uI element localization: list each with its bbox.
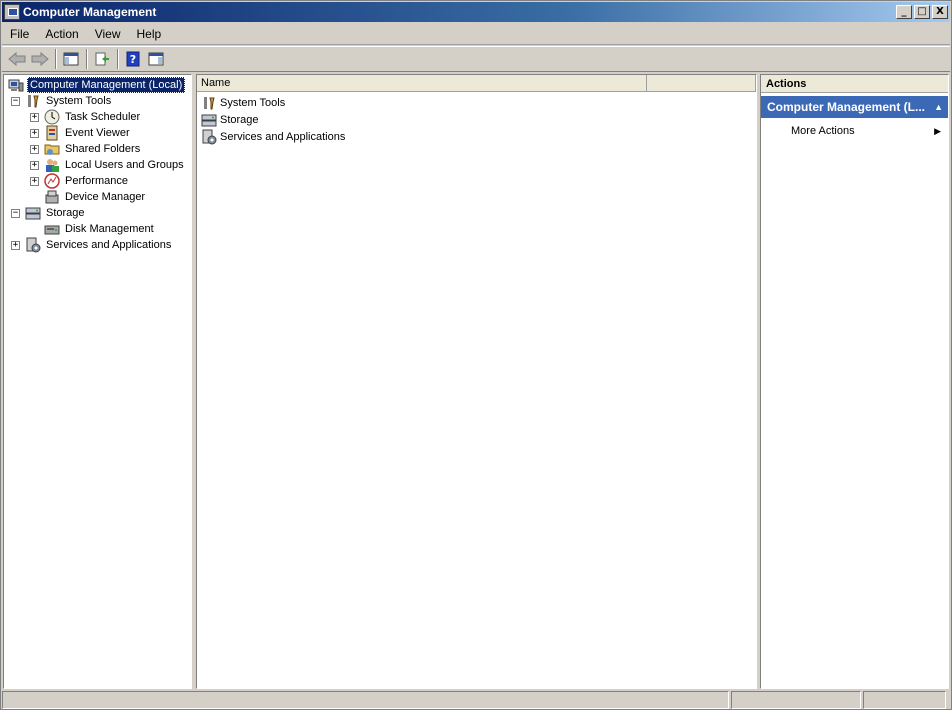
status-cell-secondary [731, 691, 861, 709]
svg-text:?: ? [130, 53, 136, 66]
submenu-arrow-icon: ▶ [934, 125, 941, 136]
list-item[interactable]: Services and Applications [201, 128, 345, 145]
tree-item-shared-folders[interactable]: + Shared Folders [30, 141, 142, 157]
title-bar[interactable]: Computer Management _ □ X [2, 2, 950, 22]
expand-toggle[interactable]: + [30, 144, 39, 154]
minimize-button[interactable]: _ [896, 5, 912, 19]
menu-help[interactable]: Help [129, 27, 170, 41]
tree-item-label: Services and Applications [46, 239, 172, 251]
toolbar-separator [117, 49, 119, 69]
results-pane[interactable]: Name System Tools Storage Services and A… [196, 74, 757, 689]
collapse-toggle[interactable]: − [11, 208, 20, 218]
window: Computer Management _ □ X File Action Vi… [0, 0, 952, 710]
status-bar [2, 691, 950, 709]
help-icon: ? [126, 51, 140, 67]
console-tree-pane[interactable]: Computer Management (Local) − System Too… [3, 74, 192, 689]
status-cell-main [2, 691, 729, 709]
tree-item-label: System Tools [46, 95, 112, 107]
console-tree-icon [63, 52, 79, 66]
tree-item-label: Storage [46, 207, 85, 219]
tree-item-task-scheduler[interactable]: + Task Scheduler [30, 109, 142, 125]
arrow-left-icon [8, 52, 26, 66]
tree-item-root-label: Computer Management (Local) [27, 77, 186, 93]
users-icon [44, 157, 60, 173]
tree-item-label: Disk Management [65, 223, 154, 235]
tree-item-label: Shared Folders [65, 143, 141, 155]
tree-item-label: Device Manager [65, 191, 146, 203]
list-item-label: Storage [220, 113, 259, 126]
menu-bar: File Action View Help [2, 24, 950, 45]
toolbar-separator [55, 49, 57, 69]
list-item[interactable]: Storage [201, 111, 259, 128]
tree-item-label: Performance [65, 175, 128, 187]
expand-toggle[interactable]: + [30, 112, 39, 122]
tree-item-label: Task Scheduler [65, 111, 141, 123]
export-list-button[interactable] [91, 48, 113, 70]
tree-item-performance[interactable]: + Performance [30, 173, 130, 189]
toolbar: ? [2, 46, 950, 72]
services-icon [201, 129, 217, 145]
tree-item-device-manager[interactable]: Device Manager [30, 189, 147, 205]
menu-action[interactable]: Action [37, 27, 86, 41]
tree-item-label: Event Viewer [65, 127, 130, 139]
computer-management-icon [4, 4, 20, 20]
arrow-right-icon [31, 52, 49, 66]
forward-button[interactable] [29, 48, 51, 70]
collapse-icon[interactable]: ▲ [934, 102, 943, 112]
storage-icon [25, 205, 41, 221]
list-header: Name [197, 75, 756, 92]
event-viewer-icon [44, 125, 60, 141]
tree-item-event-viewer[interactable]: + Event Viewer [30, 125, 132, 141]
storage-icon [201, 112, 217, 128]
services-icon [25, 237, 41, 253]
more-actions-item[interactable]: More Actions ▶ [791, 123, 941, 139]
tree-item-root[interactable]: Computer Management (Local) [8, 77, 186, 93]
status-cell-tertiary [863, 691, 946, 709]
clock-icon [44, 109, 60, 125]
help-button[interactable]: ? [122, 48, 144, 70]
tree-item-disk-management[interactable]: Disk Management [30, 221, 156, 237]
toolbar-separator [86, 49, 88, 69]
expand-toggle[interactable]: + [30, 160, 39, 170]
list-item-label: System Tools [220, 96, 286, 109]
maximize-button[interactable]: □ [914, 5, 930, 19]
system-tools-icon [25, 93, 41, 109]
close-button[interactable]: X [932, 5, 948, 19]
expand-toggle[interactable]: + [30, 128, 39, 138]
tree-item-system-tools[interactable]: − System Tools [11, 93, 113, 109]
menu-file[interactable]: File [2, 27, 37, 41]
menu-view[interactable]: View [87, 27, 129, 41]
expand-toggle[interactable]: + [30, 176, 39, 186]
shared-folder-icon [44, 141, 60, 157]
list-item-label: Services and Applications [220, 130, 346, 143]
tree-item-local-users-and-groups[interactable]: + Local Users and Groups [30, 157, 186, 173]
window-title: Computer Management [23, 5, 157, 19]
more-actions-label: More Actions [791, 125, 855, 137]
tree-item-label: Local Users and Groups [65, 159, 184, 171]
expand-toggle[interactable]: + [11, 240, 20, 250]
back-button[interactable] [6, 48, 28, 70]
show-hide-console-tree-button[interactable] [60, 48, 82, 70]
window-controls: _ □ X [894, 5, 948, 19]
tree-item-services-and-applications[interactable]: + Services and Applications [11, 237, 173, 253]
actions-header: Actions [761, 75, 948, 93]
actions-section-computer-management[interactable]: Computer Management (L... ▲ [761, 96, 948, 118]
disk-management-icon [44, 221, 60, 237]
performance-icon [44, 173, 60, 189]
actions-pane[interactable]: Actions Computer Management (L... ▲ More… [760, 74, 949, 689]
show-hide-action-pane-button[interactable] [145, 48, 167, 70]
collapse-toggle[interactable]: − [11, 96, 20, 106]
column-header-name[interactable]: Name [197, 75, 647, 92]
export-list-icon [95, 52, 109, 66]
tree-item-storage[interactable]: − Storage [11, 205, 87, 221]
action-pane-icon [148, 52, 164, 66]
column-header-blank[interactable] [647, 75, 756, 92]
list-item[interactable]: System Tools [201, 94, 285, 111]
system-tools-icon [201, 95, 217, 111]
device-manager-icon [44, 189, 60, 205]
computer-management-icon [8, 77, 24, 93]
actions-section-title: Computer Management (L... [767, 100, 926, 114]
